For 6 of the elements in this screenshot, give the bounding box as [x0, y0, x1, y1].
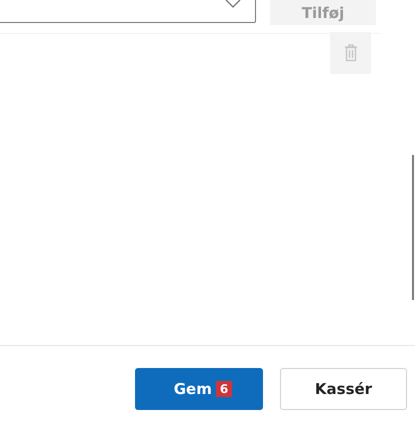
scrollbar[interactable]	[412, 155, 414, 300]
discard-button[interactable]: Kassér	[280, 368, 407, 410]
trash-icon	[344, 44, 358, 62]
chevron-down-icon	[225, 0, 241, 9]
save-button[interactable]: Gem 6	[135, 368, 263, 410]
count-badge: 6	[216, 381, 232, 397]
